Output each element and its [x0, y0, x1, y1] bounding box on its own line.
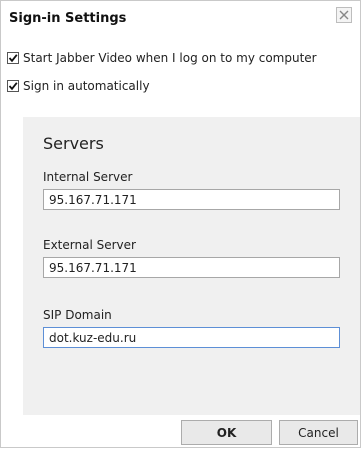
sign-in-automatically-label: Sign in automatically [23, 79, 150, 93]
sip-domain-input[interactable] [43, 327, 340, 348]
start-on-login-option[interactable]: Start Jabber Video when I log on to my c… [7, 51, 317, 65]
sign-in-automatically-checkbox[interactable] [7, 80, 19, 92]
external-server-input[interactable] [43, 257, 340, 278]
servers-heading: Servers [43, 134, 104, 153]
checkmark-icon [8, 54, 18, 63]
start-on-login-checkbox[interactable] [7, 52, 19, 64]
close-icon [339, 10, 349, 20]
close-button[interactable] [336, 7, 352, 23]
checkmark-icon [8, 82, 18, 91]
start-on-login-label: Start Jabber Video when I log on to my c… [23, 51, 317, 65]
cancel-button[interactable]: Cancel [279, 420, 358, 445]
dialog-title: Sign-in Settings [9, 11, 127, 26]
external-server-label: External Server [43, 238, 136, 252]
sign-in-automatically-option[interactable]: Sign in automatically [7, 79, 150, 93]
internal-server-label: Internal Server [43, 170, 133, 184]
internal-server-input[interactable] [43, 189, 340, 210]
sign-in-settings-dialog: Sign-in Settings Start Jabber Video when… [0, 0, 361, 448]
sip-domain-label: SIP Domain [43, 308, 112, 322]
servers-panel: Servers Internal Server External Server … [23, 117, 360, 415]
ok-button[interactable]: OK [181, 420, 272, 445]
